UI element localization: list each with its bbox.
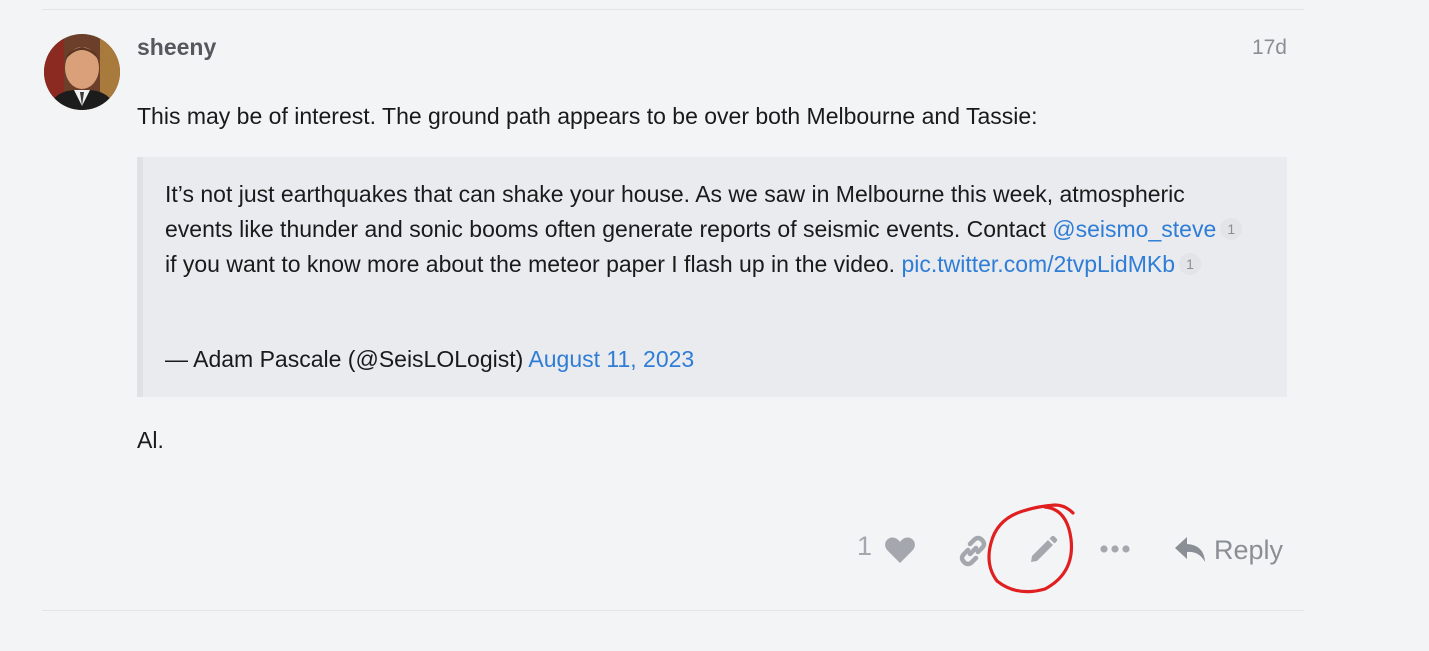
tweet-text-part1: It’s not just earthquakes that can shake… [165, 181, 1185, 242]
tweet-author: — Adam Pascale (@SeisLOLogist) [165, 346, 529, 372]
like-count[interactable]: 1 [857, 531, 872, 562]
pencil-icon[interactable] [1028, 535, 1058, 565]
reply-icon [1175, 537, 1205, 562]
tweet-attribution: — Adam Pascale (@SeisLOLogist) August 11… [165, 342, 694, 377]
tweet-text-part2: if you want to know more about the meteo… [165, 251, 902, 277]
post-date[interactable]: 17d [1230, 36, 1287, 60]
avatar[interactable] [44, 34, 120, 110]
link-icon[interactable] [957, 535, 989, 567]
mention-link[interactable]: @seismo_steve [1052, 216, 1216, 242]
top-divider [42, 9, 1304, 10]
tweet-text: It’s not just earthquakes that can shake… [165, 177, 1255, 282]
post-actions: 1 Reply [0, 528, 1429, 572]
heart-icon[interactable] [884, 536, 916, 564]
embedded-tweet: It’s not just earthquakes that can shake… [137, 157, 1287, 397]
post-intro: This may be of interest. The ground path… [137, 103, 1038, 129]
tweet-date-link[interactable]: August 11, 2023 [528, 346, 694, 372]
post-signoff: Al. [137, 427, 164, 453]
more-icon[interactable] [1100, 544, 1130, 554]
mention-click-count: 1 [1220, 217, 1243, 240]
post-container: sheeny 17d This may be of interest. The … [0, 0, 1429, 651]
username[interactable]: sheeny [137, 34, 216, 61]
bottom-divider [42, 610, 1304, 611]
post-body: This may be of interest. The ground path… [137, 99, 1287, 134]
pic-click-count: 1 [1179, 252, 1201, 275]
reply-label: Reply [1214, 534, 1284, 565]
avatar-image [44, 34, 120, 110]
pic-link[interactable]: pic.twitter.com/2tvpLidMKb [901, 251, 1175, 277]
reply-button[interactable]: Reply [1174, 528, 1283, 572]
